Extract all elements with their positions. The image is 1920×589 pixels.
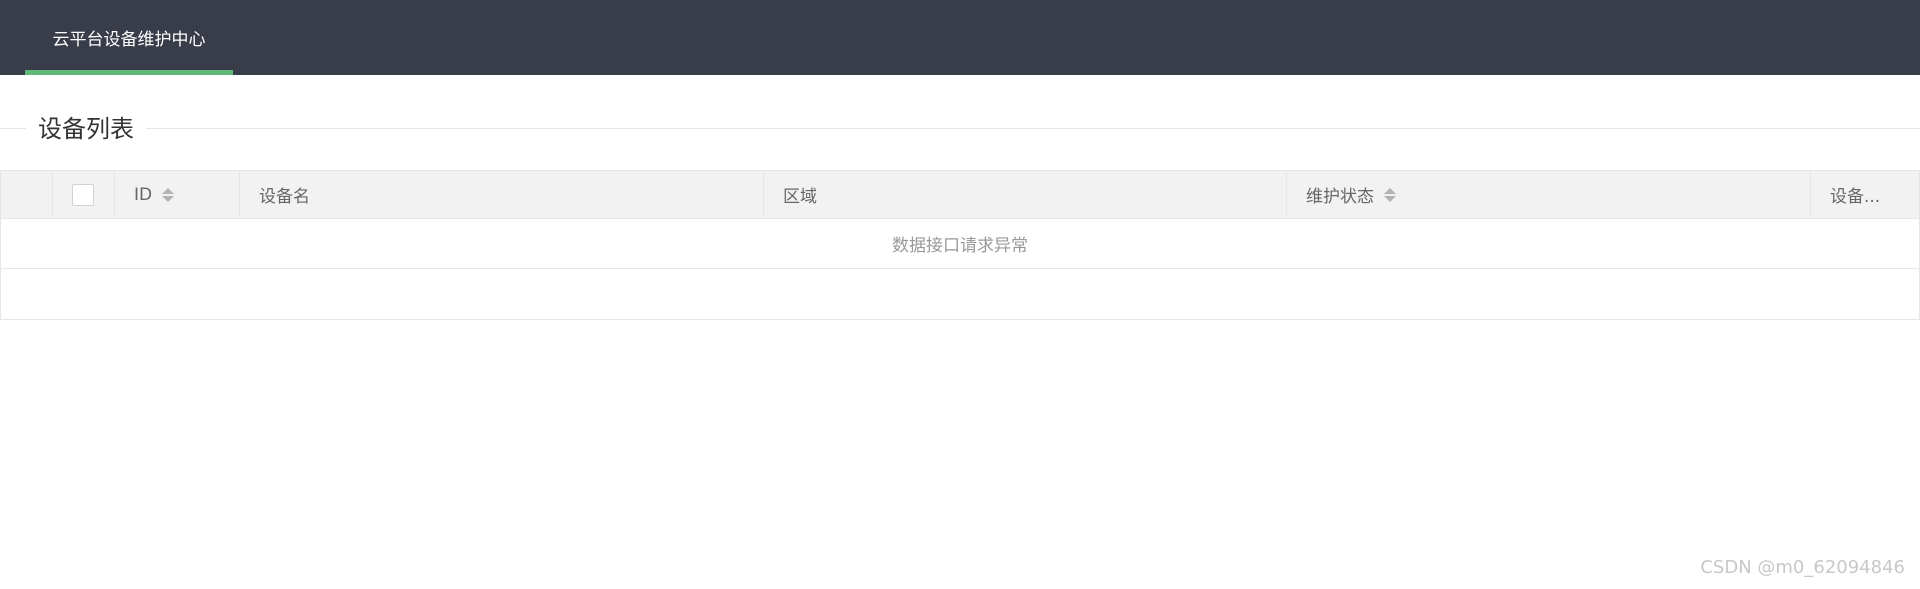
column-device-name-label: 设备名 — [259, 187, 310, 207]
sort-icon[interactable] — [162, 187, 175, 202]
column-maintenance-status-label: 维护状态 — [1306, 187, 1374, 207]
table-empty-row: 数据接口请求异常 — [1, 219, 1919, 269]
nav-tab-device-center[interactable]: 云平台设备维护中心 — [25, 0, 233, 75]
top-header: 云平台设备维护中心 — [0, 0, 1920, 75]
sort-icon[interactable] — [1384, 187, 1396, 202]
column-region-label: 区域 — [783, 187, 817, 207]
column-index — [1, 171, 53, 218]
section-header: 设备列表 — [0, 112, 1920, 146]
device-table: ID 设备名 区域 维护状态 设备... 数据接口请求异常 — [0, 170, 1920, 320]
column-id[interactable]: ID — [115, 171, 240, 218]
column-maintenance-status[interactable]: 维护状态 — [1287, 171, 1811, 218]
column-device-more-label: 设备... — [1830, 187, 1881, 207]
sort-desc-icon[interactable] — [1384, 195, 1396, 202]
active-tab-indicator — [25, 70, 233, 75]
column-select — [53, 171, 115, 218]
table-row — [1, 269, 1919, 319]
column-device-more: 设备... — [1811, 171, 1919, 218]
section-divider — [0, 128, 1920, 129]
table-header: ID 设备名 区域 维护状态 设备... — [1, 171, 1919, 219]
sort-asc-icon[interactable] — [162, 187, 175, 194]
sort-desc-icon[interactable] — [162, 195, 175, 202]
sort-asc-icon[interactable] — [1384, 187, 1396, 194]
page-title: 设备列表 — [26, 112, 146, 146]
column-region: 区域 — [764, 171, 1287, 218]
nav-tab-label: 云平台设备维护中心 — [52, 30, 206, 50]
empty-message: 数据接口请求异常 — [892, 236, 1028, 256]
column-device-name: 设备名 — [240, 171, 764, 218]
column-id-label: ID — [134, 184, 153, 205]
watermark: CSDN @m0_62094846 — [1700, 557, 1905, 578]
select-all-checkbox[interactable] — [72, 183, 94, 206]
